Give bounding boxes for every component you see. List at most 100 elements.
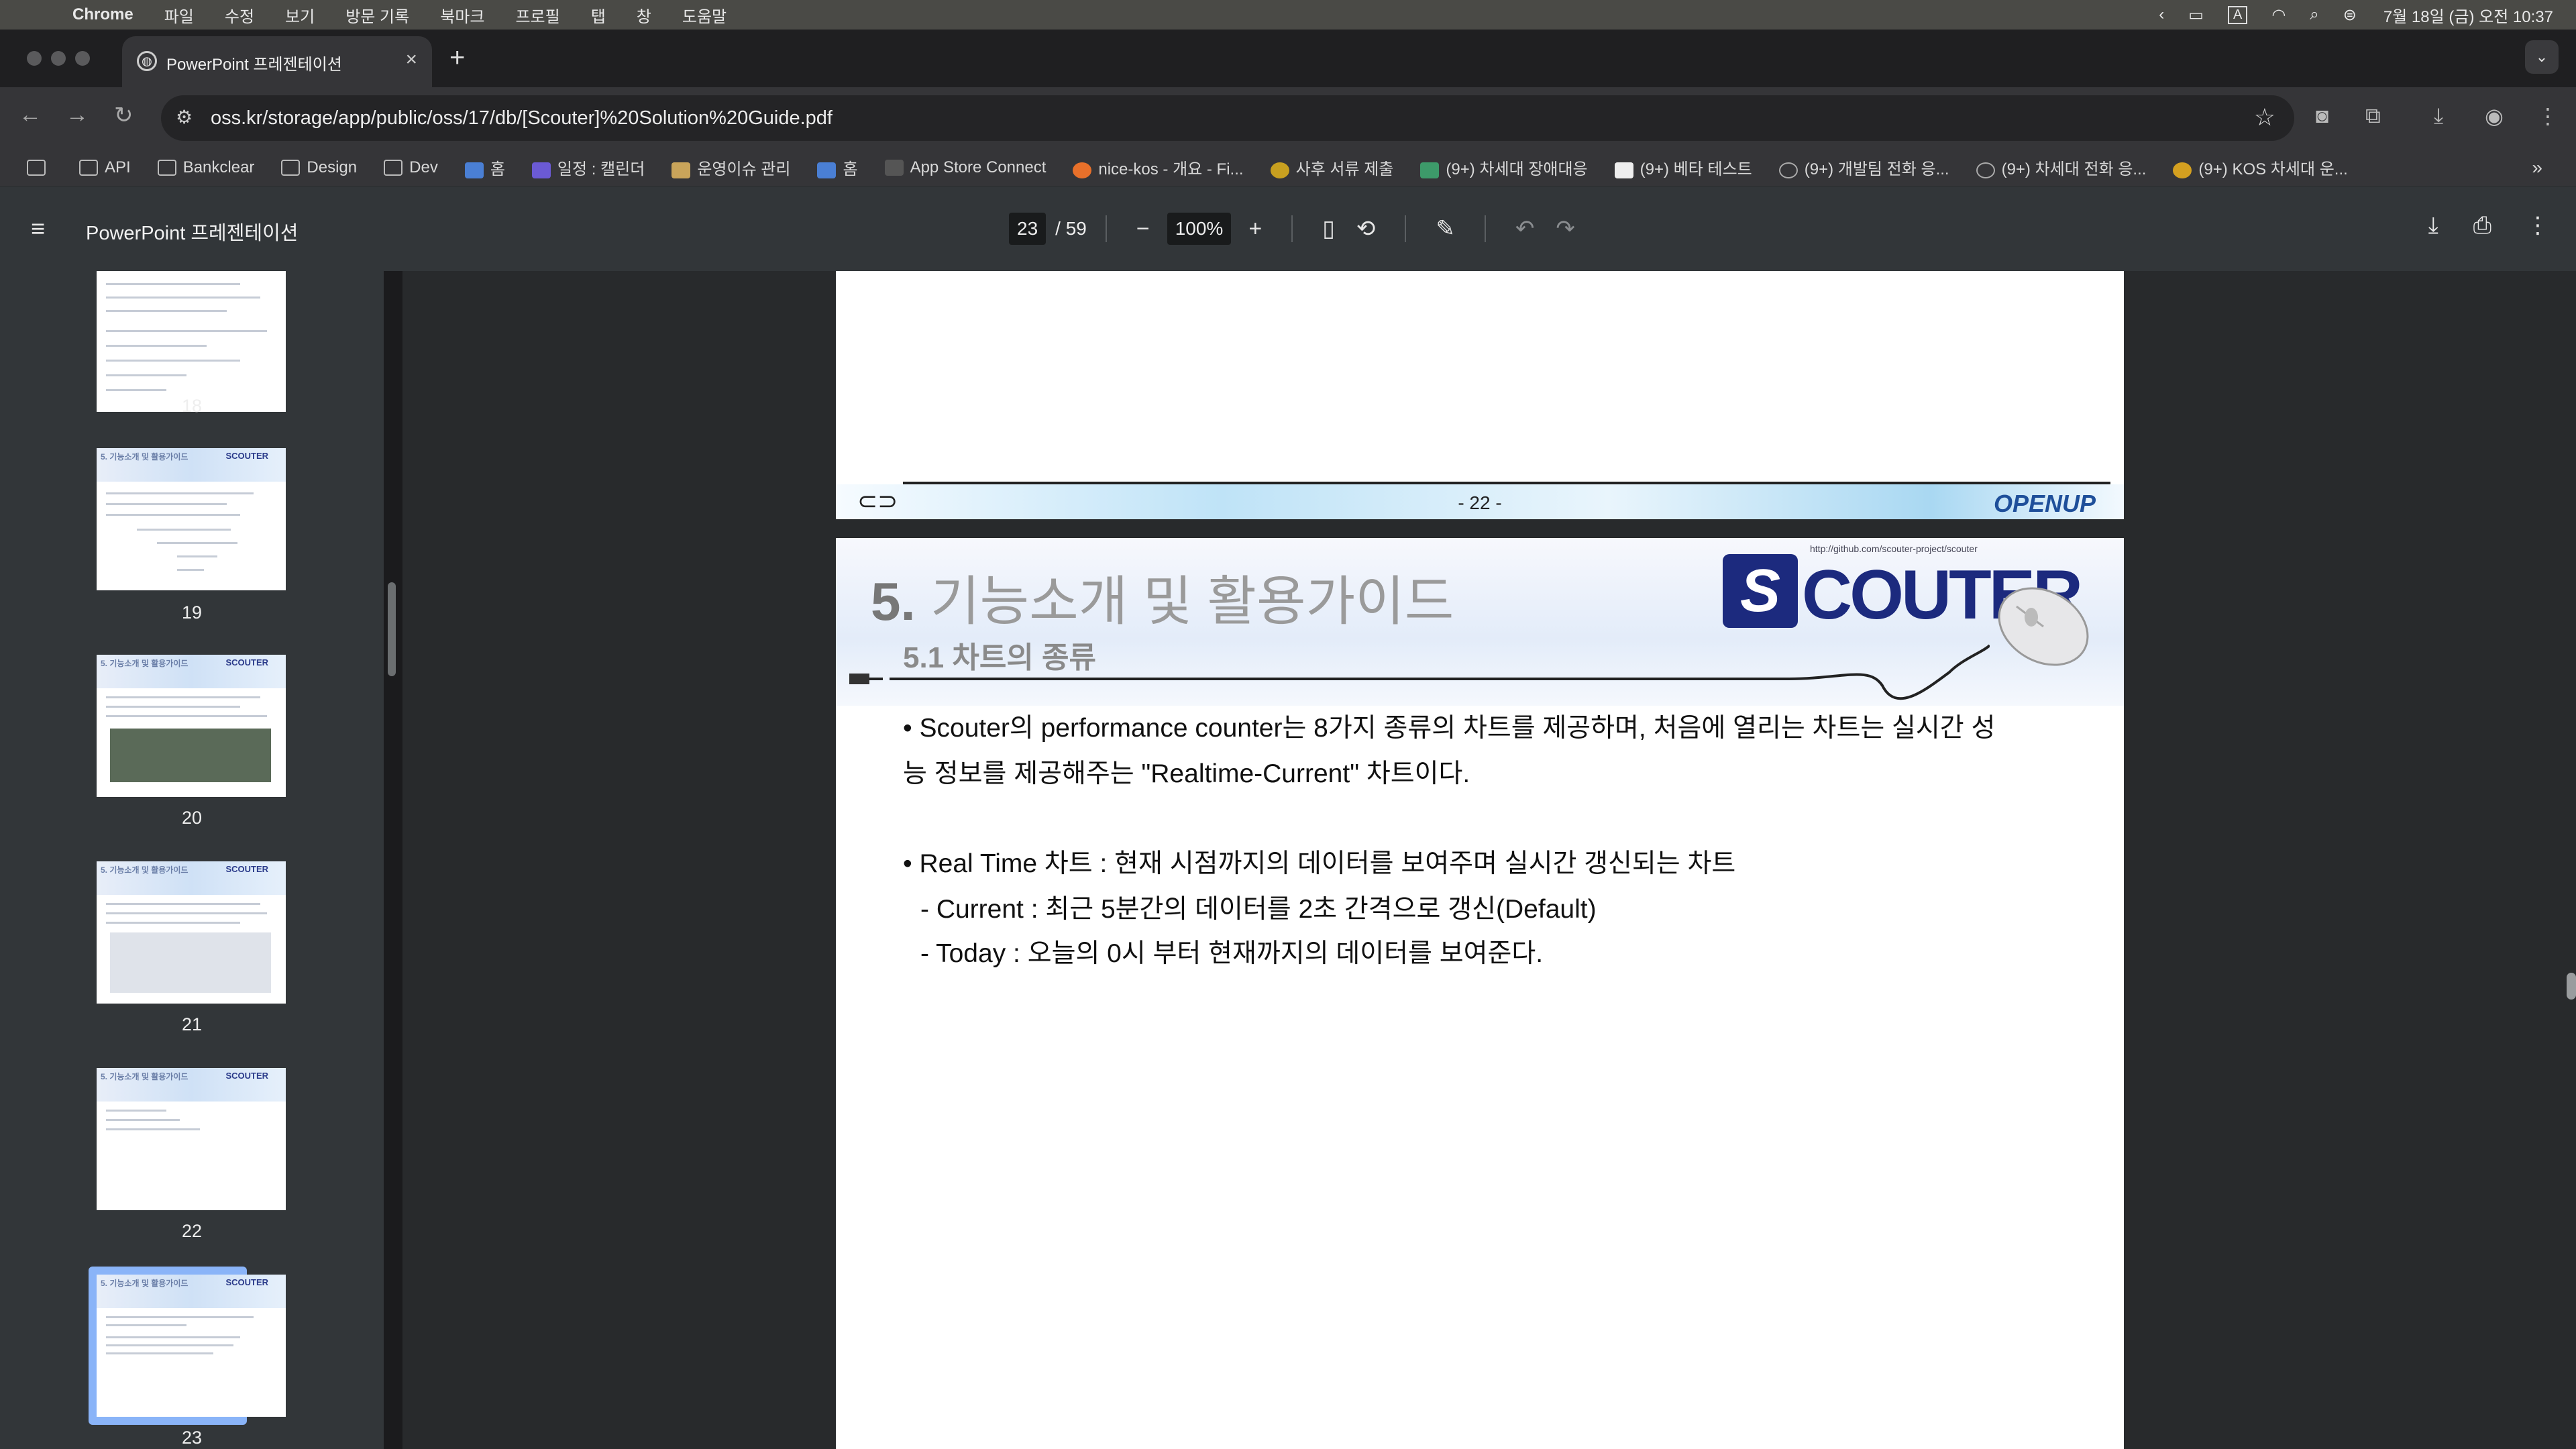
undo-icon[interactable]: ↶ [1515, 215, 1535, 242]
address-bar[interactable]: ⚙ oss.kr/storage/app/public/oss/17/db/[S… [161, 95, 2294, 141]
bookmark-document-submit[interactable]: 사후 서류 제출 [1270, 156, 1393, 179]
bookmark-star-icon[interactable]: ☆ [2254, 103, 2275, 131]
thumbnail-label: 18 [181, 396, 203, 416]
app-menu: Chrome 파일 수정 보기 방문 기록 북마크 프로필 탭 창 도움말 [72, 0, 757, 30]
bookmark-app-store-connect[interactable]: App Store Connect [884, 158, 1046, 177]
pdf-download-icon[interactable]: ⤓ [2428, 213, 2438, 239]
minimize-window-button[interactable] [51, 51, 66, 66]
menu-file[interactable]: 파일 [164, 3, 194, 27]
viewport-scrollbar[interactable] [2567, 973, 2576, 1000]
zoom-window-button[interactable] [75, 51, 90, 66]
scouter-logo-mark: S [1723, 554, 1798, 628]
url-text[interactable]: oss.kr/storage/app/public/oss/17/db/[Sco… [211, 107, 833, 129]
bookmark-home-2[interactable]: 홈 [817, 156, 858, 179]
menu-edit[interactable]: 수정 [225, 3, 254, 27]
bookmark-beta-test[interactable]: (9+) 베타 테스트 [1614, 156, 1752, 179]
thumbnail-page-18[interactable] [97, 271, 286, 412]
pdf-title: PowerPoint 프레젠테이션 [86, 223, 299, 244]
notion-icon [1614, 162, 1633, 178]
thumbnail-label: 23 [181, 1428, 203, 1448]
tab-active[interactable]: ◍ PowerPoint 프레젠테이션 × [122, 36, 432, 87]
bookmarks-bar: API Bankclear Design Dev 홈 일정 : 캘린더 운영이슈… [0, 149, 2576, 186]
divider [1291, 215, 1293, 242]
thumbnail-page-21[interactable]: 5. 기능소개 및 활용가이드 SCOUTER [97, 861, 286, 1004]
camera-icon[interactable]: ◙ [2316, 103, 2328, 128]
menu-window[interactable]: 창 [637, 3, 651, 27]
bookmark-next-phone[interactable]: (9+) 차세대 전화 응... [1976, 156, 2146, 179]
download-icon[interactable]: ⤓ [2434, 103, 2443, 129]
menu-history[interactable]: 방문 기록 [345, 3, 409, 27]
bookmark-incident-response[interactable]: (9+) 차세대 장애대응 [1420, 156, 1588, 179]
pdf-more-icon[interactable]: ⋮ [2526, 212, 2549, 239]
menubar-clock[interactable]: 7월 18일 (금) 오전 10:37 [2383, 3, 2553, 27]
wifi-icon[interactable]: ◠ [2271, 5, 2286, 25]
fit-page-icon[interactable]: ▯ [1322, 215, 1335, 242]
computer-mouse-icon [1998, 587, 2089, 666]
menu-view[interactable]: 보기 [285, 3, 315, 27]
forward-arrow-icon[interactable]: → [66, 102, 89, 128]
redo-icon[interactable]: ↷ [1556, 215, 1575, 242]
page-number-input[interactable]: 23 [1009, 213, 1046, 245]
folder-icon [281, 160, 301, 176]
battery-icon[interactable]: ▭ [2188, 5, 2204, 25]
bookmark-dev-phone[interactable]: (9+) 개발팀 전화 응... [1778, 156, 1949, 179]
page-number: - 22 - [1458, 492, 1502, 513]
hamburger-menu-icon[interactable]: ≡ [31, 215, 45, 243]
sidebar-scrollbar[interactable] [388, 582, 396, 676]
new-tab-button[interactable]: + [449, 43, 465, 73]
menu-help[interactable]: 도움말 [682, 3, 727, 27]
zoom-in-icon[interactable]: + [1248, 216, 1262, 242]
reload-icon[interactable]: ↻ [114, 102, 133, 129]
control-center-icon[interactable]: ⊜ [2343, 5, 2357, 25]
bookmark-folder-bankclear[interactable]: Bankclear [157, 158, 254, 177]
bookmark-calendar[interactable]: 일정 : 캘린더 [531, 156, 645, 179]
thumbnail-page-22[interactable]: 5. 기능소개 및 활용가이드 SCOUTER [97, 1068, 286, 1210]
extensions-icon[interactable]: ⧉ [2365, 103, 2381, 129]
print-icon[interactable]: ⎙ [2473, 213, 2491, 239]
menu-bookmarks[interactable]: 북마크 [440, 3, 484, 27]
pdf-viewport[interactable]: ⊂⊃ - 22 - OPENUP 5. 기능소개 및 활용가이드 5.1 차트의… [402, 271, 2576, 1449]
input-source-icon[interactable]: A [2227, 5, 2248, 24]
annotate-pen-icon[interactable]: ✎ [1436, 215, 1455, 242]
thumbnail-page-20[interactable]: 5. 기능소개 및 활용가이드 SCOUTER [97, 655, 286, 797]
close-tab-icon[interactable]: × [405, 48, 417, 71]
folder-icon [384, 160, 403, 176]
sub-bullet-current: - Current : 최근 5분간의 데이터를 2초 간격으로 갱신(Defa… [920, 895, 1597, 924]
back-arrow-icon[interactable]: ← [19, 102, 42, 128]
tab-title: PowerPoint 프레젠테이션 [166, 56, 342, 74]
more-bookmarks-icon[interactable]: » [2532, 157, 2542, 178]
bookmark-folder-design[interactable]: Design [281, 158, 357, 177]
thumbnail-page-23[interactable]: 5. 기능소개 및 활용가이드 SCOUTER [97, 1275, 286, 1417]
app-icon [1420, 162, 1440, 178]
zoom-input[interactable]: 100% [1167, 213, 1232, 245]
bookmark-ops-issues[interactable]: 운영이슈 관리 [672, 156, 790, 179]
bookmark-apps[interactable] [27, 158, 52, 177]
bookmark-nice-kos[interactable]: nice-kos - 개요 - Fi... [1073, 156, 1244, 179]
chevron-left-icon[interactable]: ‹ [2159, 5, 2164, 24]
thumbnail-page-19[interactable]: 5. 기능소개 및 활용가이드 SCOUTER [97, 448, 286, 590]
spotlight-search-icon[interactable]: ⌕ [2310, 5, 2318, 24]
close-window-button[interactable] [27, 51, 42, 66]
zoom-out-icon[interactable]: − [1136, 216, 1150, 242]
sub-bullet-today: - Today : 오늘의 0시 부터 현재까지의 데이터를 보여준다. [920, 939, 1544, 968]
profile-icon[interactable]: ◉ [2485, 103, 2504, 129]
menu-app-name[interactable]: Chrome [72, 5, 133, 24]
tab-search-button[interactable]: ⌄ [2525, 40, 2559, 74]
menu-tab[interactable]: 탭 [591, 3, 606, 27]
scouter-url: http://github.com/scouter-project/scoute… [1810, 543, 1978, 554]
more-menu-icon[interactable]: ⋮ [2537, 103, 2559, 129]
app-icon [464, 162, 484, 178]
pdf-page-22: ⊂⊃ - 22 - OPENUP [836, 271, 2124, 519]
slide-heading: 5. 기능소개 및 활용가이드 [871, 572, 1454, 631]
site-info-icon[interactable]: ⚙ [176, 106, 193, 128]
bookmark-home[interactable]: 홈 [464, 156, 505, 179]
bookmark-folder-api[interactable]: API [79, 158, 131, 177]
bookmark-folder-dev[interactable]: Dev [384, 158, 438, 177]
menu-profile[interactable]: 프로필 [515, 3, 559, 27]
bullet-line-1b: 능 정보를 제공해주는 "Realtime-Current" 차트이다. [903, 759, 1470, 788]
macos-menubar: Chrome 파일 수정 보기 방문 기록 북마크 프로필 탭 창 도움말 ‹ … [0, 0, 2576, 30]
bookmark-kos-ops[interactable]: (9+) KOS 차세대 운... [2173, 156, 2348, 179]
folder-icon [79, 160, 98, 176]
rotate-icon[interactable]: ⟲ [1356, 215, 1376, 242]
divider [1405, 215, 1407, 242]
